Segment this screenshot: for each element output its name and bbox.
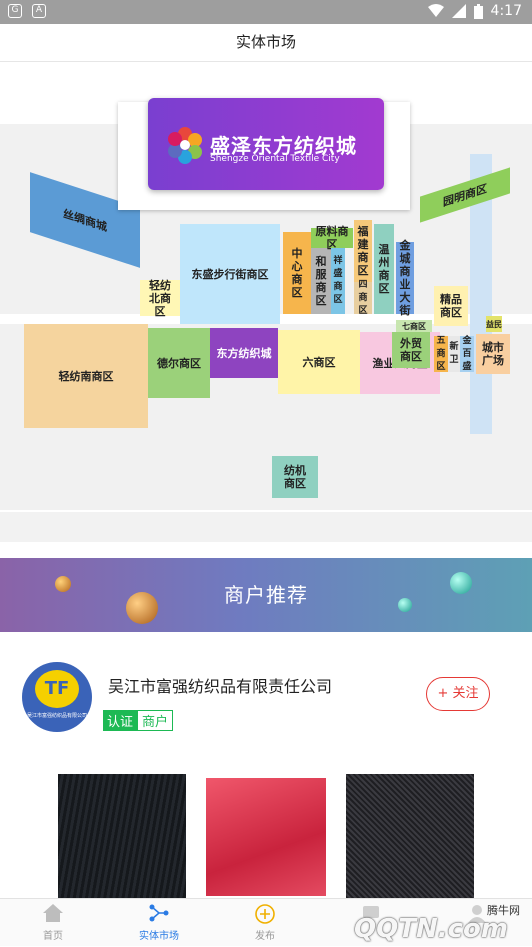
- zone-jincheng[interactable]: 金城商业大街: [396, 239, 414, 317]
- decor-ball-icon: [398, 598, 412, 612]
- zone-fujian[interactable]: 福建商区: [354, 220, 372, 282]
- map-logo-card: 盛泽东方纺织城 Shengze Oriental Textile City: [118, 98, 410, 210]
- zone-hefu[interactable]: 和服商区: [311, 248, 331, 314]
- zone-fangji[interactable]: 纺机商区: [272, 456, 318, 498]
- market-icon: [106, 903, 212, 925]
- merchant-tag: 商户: [137, 710, 174, 731]
- zone-sibian[interactable]: 四商区: [354, 280, 372, 316]
- zone-qingfangnan[interactable]: 轻纺南商区: [24, 324, 148, 428]
- tab-home[interactable]: 首页: [0, 899, 106, 947]
- tab-market[interactable]: 实体市场: [106, 899, 212, 947]
- page-title: 实体市场: [0, 24, 532, 62]
- watermark-text: QQTN.com: [354, 914, 508, 944]
- city-logo: 盛泽东方纺织城 Shengze Oriental Textile City: [148, 98, 384, 190]
- zone-xiangsheng[interactable]: 祥盛商区: [331, 248, 345, 314]
- zone-deer[interactable]: 德尔商区: [148, 328, 210, 398]
- section-divider: [0, 512, 532, 542]
- notification-icon: A: [32, 4, 46, 18]
- tab-publish[interactable]: 发布: [212, 899, 318, 947]
- zone-yuanming[interactable]: 园明商区: [420, 167, 510, 223]
- status-bar: G A 4:17: [0, 0, 532, 24]
- merchant-recommend-banner: 商户推荐: [0, 558, 532, 632]
- battery-icon: [473, 3, 483, 19]
- zone-dongsheng[interactable]: 东盛步行街商区: [180, 224, 280, 324]
- decor-ball-icon: [55, 576, 71, 592]
- avatar-caption: 吴江市富强纺织品有限公司: [26, 713, 87, 719]
- zone-zhongxin[interactable]: 中心商区: [283, 232, 311, 314]
- zone-yuanliao[interactable]: 原料商区: [311, 225, 353, 251]
- logo-en-text: Shengze Oriental Textile City: [210, 154, 340, 164]
- wifi-icon: [427, 4, 444, 17]
- banner-title: 商户推荐: [224, 583, 308, 607]
- decor-ball-icon: [126, 592, 158, 624]
- merchant-tags: 认证 商户: [103, 710, 174, 731]
- verified-tag: 认证: [103, 710, 138, 731]
- product-image[interactable]: [58, 774, 186, 898]
- product-image[interactable]: [346, 774, 474, 898]
- decor-ball-icon: [450, 572, 472, 594]
- zone-qishang[interactable]: 七商区: [396, 320, 432, 332]
- zone-wushang[interactable]: 五商区: [434, 336, 448, 372]
- zone-waimao[interactable]: 外贸商区: [392, 332, 430, 368]
- publish-icon: [212, 903, 318, 925]
- status-left-icons: G A: [8, 4, 46, 18]
- merchant-name[interactable]: 吴江市富强纺织品有限责任公司: [108, 673, 332, 697]
- status-time: 4:17: [490, 3, 522, 19]
- flower-logo-icon: [168, 127, 202, 164]
- zone-yilu[interactable]: 益民: [486, 316, 502, 332]
- signal-icon: [451, 4, 466, 18]
- merchant-avatar[interactable]: TF 吴江市富强纺织品有限公司: [22, 662, 92, 732]
- market-map[interactable]: 丝绸商城 东盛步行街商区 轻纺北商区 中心商区 和服商区 原料商区 祥盛商区 福…: [0, 98, 532, 510]
- zone-qingfangbei[interactable]: 轻纺北商区: [140, 279, 180, 318]
- zone-jinbaisheng[interactable]: 金百盛: [460, 336, 474, 372]
- home-icon: [0, 903, 106, 925]
- zone-xinwei[interactable]: 新卫: [448, 336, 460, 372]
- car-mode-icon: G: [8, 4, 22, 18]
- zone-dongfang[interactable]: 东方纺织城: [210, 328, 278, 378]
- zone-jingpin[interactable]: 精品商区: [434, 286, 468, 326]
- product-image[interactable]: [202, 774, 330, 898]
- follow-button[interactable]: + 关注: [426, 677, 490, 711]
- zone-wenzhou[interactable]: 温州商区: [374, 224, 394, 314]
- zone-chengshi[interactable]: 城市广场: [476, 334, 510, 374]
- zone-liushang[interactable]: 六商区: [278, 330, 360, 394]
- avatar-logo-icon: TF: [35, 670, 79, 708]
- watermark: 腾牛网 QQTN.com: [330, 886, 530, 944]
